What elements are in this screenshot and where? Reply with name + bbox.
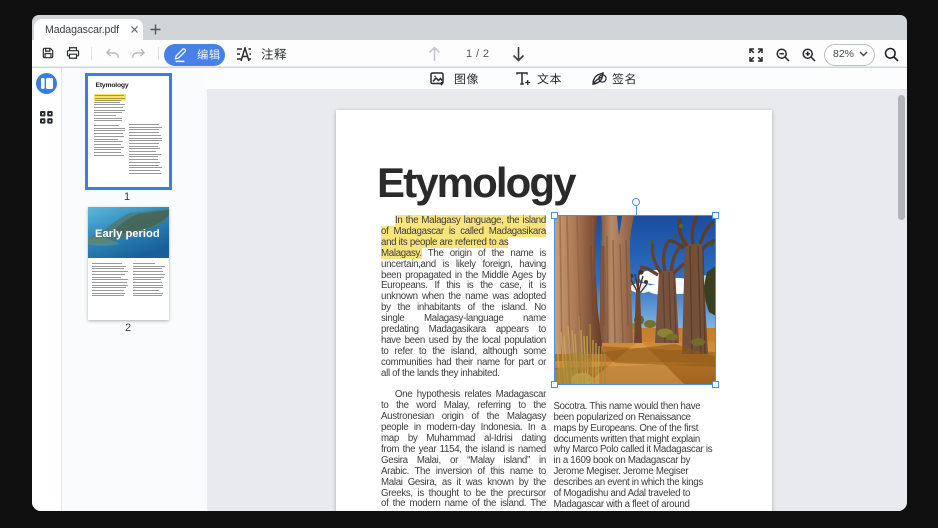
svg-text:Early period: Early period bbox=[95, 228, 160, 240]
